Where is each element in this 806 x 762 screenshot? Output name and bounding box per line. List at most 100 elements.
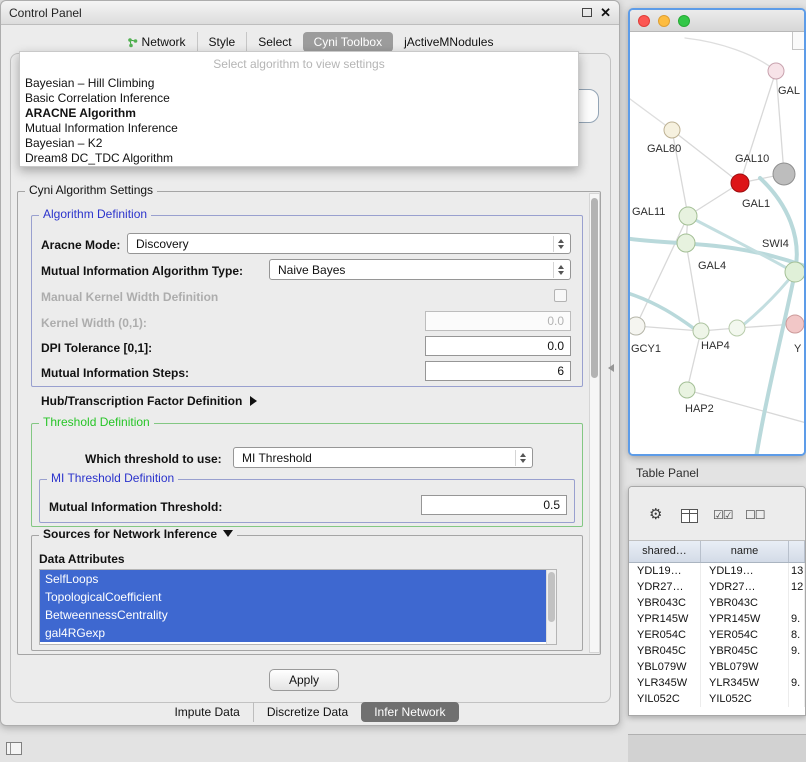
minimized-panel-icon[interactable]	[6, 742, 22, 755]
close-traffic-light[interactable]	[638, 15, 650, 27]
clear-all-checkboxes-icon[interactable]: ☐☐	[745, 507, 765, 523]
attributes-scrollbar-thumb[interactable]	[548, 572, 555, 622]
network-scrollbar[interactable]	[792, 32, 804, 50]
table-row[interactable]: YLR345WYLR345W9.	[629, 675, 805, 691]
which-threshold-select[interactable]: MI Threshold	[233, 447, 533, 468]
manual-kernel-checkbox[interactable]	[554, 289, 567, 302]
which-threshold-value: MI Threshold	[242, 451, 312, 465]
network-edge[interactable]	[685, 38, 776, 71]
panel-collapse-chevron-icon[interactable]	[608, 364, 614, 372]
network-window-titlebar[interactable]	[630, 10, 804, 32]
algorithm-option[interactable]: Bayesian – Hill Climbing	[20, 76, 578, 91]
algorithm-option[interactable]: Dream8 DC_TDC Algorithm	[20, 151, 578, 166]
columns-icon[interactable]	[681, 509, 698, 523]
table-cell: YLR345W	[701, 675, 789, 691]
network-edge[interactable]	[740, 71, 776, 183]
table-row[interactable]: YDR27…YDR27…12	[629, 579, 805, 595]
tab-label: Select	[258, 32, 291, 52]
network-node[interactable]	[677, 234, 695, 252]
chevron-down-icon	[223, 530, 233, 537]
data-attribute-item[interactable]: gal4RGexp	[40, 624, 548, 642]
hub-section-toggle[interactable]: Hub/Transcription Factor Definition	[41, 393, 257, 409]
gear-icon[interactable]: ⚙	[649, 507, 662, 523]
table-cell: 9.	[789, 675, 805, 691]
table-row[interactable]: YER054CYER054C8.	[629, 627, 805, 643]
mi-type-select[interactable]: Naive Bayes	[269, 259, 571, 280]
network-node-label: GAL10	[735, 153, 769, 165]
network-node[interactable]	[630, 317, 645, 335]
network-node[interactable]	[785, 262, 804, 282]
tab-infer-network[interactable]: Infer Network	[361, 702, 458, 722]
table-row[interactable]: YBR045CYBR045C9.	[629, 643, 805, 659]
sources-toggle[interactable]: Sources for Network Inference	[39, 527, 237, 542]
network-edge[interactable]	[687, 331, 701, 390]
settings-scrollbar-thumb[interactable]	[591, 198, 598, 378]
aracne-mode-select[interactable]: Discovery	[127, 233, 571, 254]
table-row[interactable]: YBL079WYBL079W	[629, 659, 805, 675]
network-edge[interactable]	[672, 130, 740, 183]
column-header-shared-name[interactable]: shared…	[629, 541, 701, 562]
mi-steps-field[interactable]: 6	[425, 361, 571, 381]
network-node[interactable]	[731, 174, 749, 192]
tab-impute-data[interactable]: Impute Data	[161, 702, 252, 722]
table-cell: YPR145W	[629, 611, 701, 627]
mi-threshold-field[interactable]: 0.5	[421, 495, 567, 515]
tab-jactivemnodules[interactable]: jActiveMNodules	[393, 32, 504, 52]
data-attribute-item[interactable]: SelfLoops	[40, 570, 548, 588]
aracne-mode-label: Aracne Mode:	[41, 237, 120, 253]
network-canvas[interactable]: GALGAL80GAL10GAL1GAL11SWI4GAL4GCY1HAP4YH…	[630, 32, 804, 454]
apply-button[interactable]: Apply	[269, 669, 339, 691]
network-node-label: GAL11	[632, 206, 665, 218]
data-attributes-list: SelfLoopsTopologicalCoefficientBetweenne…	[39, 569, 557, 645]
mi-steps-value: 6	[557, 364, 564, 378]
algorithm-option[interactable]: Mutual Information Inference	[20, 121, 578, 136]
table-cell: YDR27…	[629, 579, 701, 595]
tab-network[interactable]: Network	[116, 32, 197, 52]
network-node[interactable]	[773, 163, 795, 185]
combo-arrows-icon	[553, 262, 567, 278]
control-panel-titlebar[interactable]: Control Panel ✕	[1, 1, 619, 25]
table-row[interactable]: YDL19…YDL19…13	[629, 563, 805, 579]
network-node[interactable]	[693, 323, 709, 339]
table-toolbar: ⚙ ☑☑ ☐☐	[629, 487, 805, 541]
network-node[interactable]	[729, 320, 745, 336]
column-header-cut[interactable]	[789, 541, 805, 562]
network-node[interactable]	[786, 315, 804, 333]
close-icon[interactable]: ✕	[600, 4, 611, 22]
zoom-traffic-light[interactable]	[678, 15, 690, 27]
network-node[interactable]	[664, 122, 680, 138]
tab-select[interactable]: Select	[246, 32, 302, 52]
network-node[interactable]	[768, 63, 784, 79]
table-header: shared… name	[629, 541, 805, 563]
algorithm-option[interactable]: Basic Correlation Inference	[20, 91, 578, 106]
algorithm-option[interactable]: Bayesian – K2	[20, 136, 578, 151]
float-window-icon[interactable]	[582, 8, 592, 17]
algorithm-definition-title: Algorithm Definition	[39, 207, 151, 222]
attributes-scrollbar[interactable]	[546, 570, 556, 644]
algorithm-select-placeholder[interactable]: Select algorithm to view settings	[20, 52, 578, 76]
network-tab-icon	[127, 37, 138, 48]
kernel-width-field[interactable]: 0.0	[425, 311, 571, 331]
settings-scrollbar[interactable]	[589, 193, 600, 653]
tab-style[interactable]: Style	[197, 32, 247, 52]
data-attribute-item[interactable]: BetweennessCentrality	[40, 606, 548, 624]
network-edge[interactable]	[686, 243, 701, 331]
network-node[interactable]	[679, 207, 697, 225]
tab-discretize-data[interactable]: Discretize Data	[253, 702, 361, 722]
table-row[interactable]: YIL052CYIL052C	[629, 691, 805, 707]
table-row[interactable]: YPR145WYPR145W9.	[629, 611, 805, 627]
table-cell: YDL19…	[629, 563, 701, 579]
table-cell	[789, 691, 805, 707]
network-node[interactable]	[679, 382, 695, 398]
column-header-name[interactable]: name	[701, 541, 789, 562]
tab-cyni-toolbox[interactable]: Cyni Toolbox	[303, 32, 393, 52]
cyni-bottom-tab-bar: Impute Data Discretize Data Infer Networ…	[1, 701, 619, 723]
table-panel-window: ⚙ ☑☑ ☐☐ shared… name YDL19…YDL19…13YDR27…	[628, 486, 806, 716]
minimize-traffic-light[interactable]	[658, 15, 670, 27]
data-attribute-item[interactable]: TopologicalCoefficient	[40, 588, 548, 606]
table-row[interactable]: YBR043CYBR043C	[629, 595, 805, 611]
select-all-checkboxes-icon[interactable]: ☑☑	[713, 507, 733, 523]
dpi-tolerance-field[interactable]: 0.0	[425, 336, 571, 356]
algorithm-option[interactable]: ARACNE Algorithm	[20, 106, 578, 121]
algorithm-options: Bayesian – Hill ClimbingBasic Correlatio…	[20, 76, 578, 166]
